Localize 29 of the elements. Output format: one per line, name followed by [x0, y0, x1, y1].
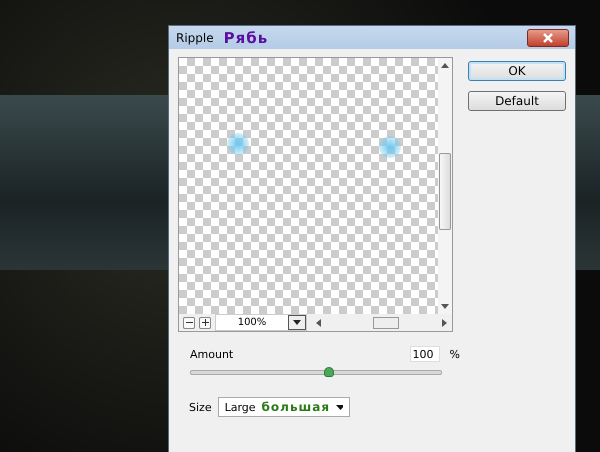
- vertical-scrollbar[interactable]: [438, 58, 452, 314]
- down-arrow-icon: [441, 304, 449, 310]
- close-icon: [541, 32, 555, 42]
- left-arrow-icon: [315, 318, 321, 326]
- minus-icon: [186, 319, 192, 326]
- size-dropdown[interactable]: Large большая: [218, 397, 350, 417]
- title-annotation: Рябь: [224, 28, 268, 46]
- scroll-thumb[interactable]: [439, 153, 451, 230]
- right-arrow-icon: [442, 318, 448, 326]
- caret-icon: [293, 320, 301, 325]
- window-title: Ripple: [176, 30, 214, 44]
- zoom-in-button[interactable]: [199, 316, 211, 328]
- amount-label: Amount: [190, 348, 234, 360]
- dialog-button[interactable]: OK: [468, 61, 566, 81]
- plus-icon: [202, 319, 208, 326]
- size-label: Size: [189, 400, 212, 414]
- caret-icon: [336, 404, 343, 410]
- slider-thumb[interactable]: [324, 367, 334, 377]
- percent-unit: %: [450, 348, 460, 360]
- amount-field[interactable]: 100: [410, 346, 440, 362]
- zoom-dropdown[interactable]: 100%: [215, 314, 307, 331]
- up-arrow-icon: [441, 62, 449, 68]
- scroll-thumb[interactable]: [373, 316, 399, 328]
- glow-spot: [379, 136, 401, 158]
- zoom-out-button[interactable]: [183, 316, 195, 328]
- close-button[interactable]: [527, 28, 569, 46]
- slider-track[interactable]: [190, 370, 442, 375]
- dialog-button[interactable]: Default: [468, 91, 566, 111]
- glow-spot: [227, 133, 249, 155]
